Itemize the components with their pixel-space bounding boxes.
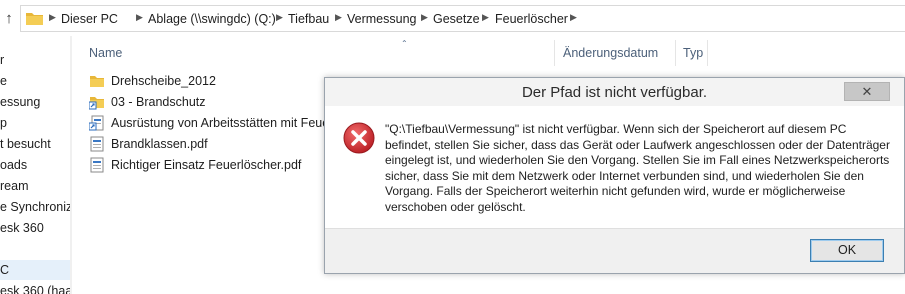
column-divider[interactable] [675, 40, 676, 66]
pdf-shortcut-icon [89, 115, 104, 131]
file-name: Ausrüstung von Arbeitsstätten mit Feuer [111, 116, 334, 130]
pdf-icon [90, 136, 104, 152]
dialog-title: Der Pfad ist nicht verfügbar. [521, 84, 708, 101]
dialog-body: "Q:\Tiefbau\Vermessung" ist nicht verfüg… [325, 106, 904, 228]
nav-item[interactable]: essung [0, 92, 40, 112]
dialog-titlebar[interactable]: Der Pfad ist nicht verfügbar. ✕ [325, 78, 904, 106]
nav-item[interactable]: e [0, 71, 7, 91]
navigation-pane: r e essung p t besucht oads ream e Synch… [0, 36, 72, 294]
dialog-footer: OK [325, 228, 904, 273]
breadcrumb-dieser-pc[interactable]: Dieser PC [61, 12, 118, 26]
pdf-icon [90, 157, 104, 173]
column-divider[interactable] [707, 40, 708, 66]
file-name: Brandklassen.pdf [111, 137, 208, 151]
nav-item[interactable]: t besucht [0, 134, 51, 154]
nav-item[interactable]: e Synchronize [0, 197, 72, 217]
breadcrumb-vermessung[interactable]: Vermessung [347, 12, 416, 26]
folder-icon [26, 13, 43, 25]
column-divider[interactable] [554, 40, 555, 66]
nav-item[interactable]: esk 360 (haase [0, 281, 72, 294]
chevron-right-icon[interactable]: ▶ [49, 12, 56, 23]
nav-item[interactable]: oads [0, 155, 27, 175]
column-header-row: ⌃ Name Änderungsdatum Typ [85, 36, 905, 66]
up-arrow-icon[interactable]: ↑ [2, 10, 16, 28]
column-date[interactable]: Änderungsdatum [563, 46, 658, 60]
close-button[interactable]: ✕ [844, 82, 890, 101]
column-name[interactable]: Name [89, 46, 122, 60]
sort-caret-icon: ⌃ [401, 39, 408, 48]
nav-item[interactable]: p [0, 113, 7, 133]
list-item[interactable]: Ausrüstung von Arbeitsstätten mit Feuer [89, 113, 333, 133]
nav-divider[interactable] [70, 36, 72, 294]
list-item[interactable]: Drehscheibe_2012 [89, 71, 216, 91]
nav-item[interactable]: esk 360 [0, 218, 44, 238]
breadcrumb-ablage[interactable]: Ablage (\\swingdc) (Q:) [148, 12, 276, 26]
file-name: 03 - Brandschutz [111, 95, 206, 109]
error-dialog: Der Pfad ist nicht verfügbar. ✕ "Q:\Tief… [324, 77, 905, 274]
list-item[interactable]: 03 - Brandschutz [89, 92, 206, 112]
nav-item[interactable]: ream [0, 176, 28, 196]
file-name: Drehscheibe_2012 [111, 74, 216, 88]
chevron-right-icon[interactable]: ▶ [335, 12, 342, 23]
chevron-right-icon[interactable]: ▶ [482, 12, 489, 23]
nav-item-selected[interactable]: C [0, 260, 72, 280]
ok-button[interactable]: OK [810, 239, 884, 262]
file-name: Richtiger Einsatz Feuerlöscher.pdf [111, 158, 302, 172]
address-bar-area: ↑ ▶ Dieser PC ▶ Ablage (\\swingdc) (Q:) … [0, 0, 905, 36]
chevron-right-icon[interactable]: ▶ [276, 12, 283, 23]
chevron-right-icon[interactable]: ▶ [421, 12, 428, 23]
breadcrumb-feuerloescher[interactable]: Feuerlöscher [495, 12, 568, 26]
breadcrumb-gesetze[interactable]: Gesetze [433, 12, 480, 26]
chevron-right-icon[interactable]: ▶ [136, 12, 143, 23]
address-bar[interactable]: ▶ Dieser PC ▶ Ablage (\\swingdc) (Q:) ▶ … [20, 5, 905, 32]
folder-icon [90, 75, 104, 87]
nav-item[interactable]: r [0, 50, 4, 70]
breadcrumb-tiefbau[interactable]: Tiefbau [288, 12, 329, 26]
column-type[interactable]: Typ [683, 46, 703, 60]
chevron-right-icon[interactable]: ▶ [570, 12, 577, 23]
error-icon [343, 122, 375, 154]
close-icon: ✕ [861, 84, 873, 99]
list-item[interactable]: Brandklassen.pdf [89, 134, 208, 154]
folder-shortcut-icon [89, 96, 104, 110]
dialog-message: "Q:\Tiefbau\Vermessung" ist nicht verfüg… [385, 122, 890, 214]
list-item[interactable]: Richtiger Einsatz Feuerlöscher.pdf [89, 155, 301, 175]
